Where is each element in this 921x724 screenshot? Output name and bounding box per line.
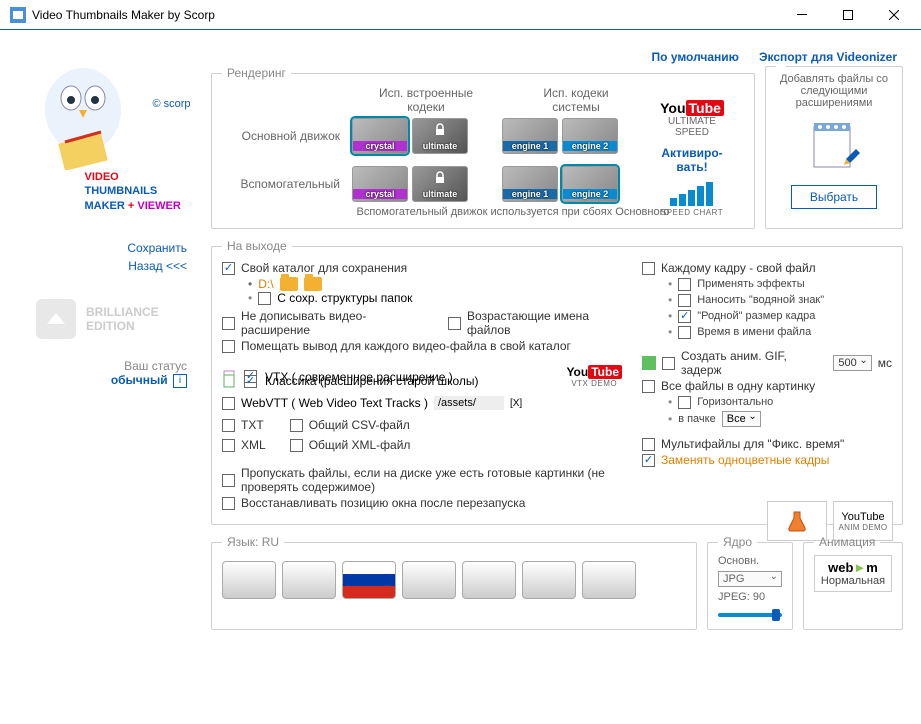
flag-it[interactable] [522, 561, 576, 599]
chk-all-one-picture[interactable] [642, 380, 655, 393]
chk-growing-names[interactable] [448, 317, 461, 330]
main-engine-label: Основной движок [222, 129, 352, 143]
owl-logo: © scorp [23, 50, 193, 170]
chk-xml[interactable] [222, 439, 235, 452]
jpeg-quality-slider[interactable] [718, 613, 782, 617]
webm-button[interactable]: web►m Нормальная [814, 555, 892, 592]
chk-webvtt[interactable] [222, 397, 235, 410]
codec-engine1-helper[interactable]: engine 1 [502, 166, 558, 202]
doc-icon [222, 374, 236, 388]
brilliance-icon[interactable] [36, 299, 76, 339]
chk-multifiles[interactable] [642, 438, 655, 451]
lock-icon [433, 171, 447, 185]
flag-de[interactable] [282, 561, 336, 599]
tab-export-videonizer[interactable]: Экспорт для Videonizer [759, 50, 897, 64]
brand-text: VIDEO THUMBNAILS MAKER + VIEWER [85, 170, 195, 213]
codec-crystal-main[interactable]: crystal [352, 118, 408, 154]
close-button[interactable] [871, 0, 917, 30]
core-legend: Ядро [718, 535, 757, 549]
webvtt-path-input[interactable] [434, 396, 504, 410]
clear-webvtt-button[interactable]: [X] [510, 398, 522, 409]
tab-default[interactable]: По умолчанию [652, 50, 739, 64]
chk-csv-all[interactable] [290, 419, 303, 432]
chk-classic[interactable] [244, 375, 257, 388]
codec-ultimate-helper[interactable]: ultimate [412, 166, 468, 202]
codec-engine1-main[interactable]: engine 1 [502, 118, 558, 154]
flag-tr[interactable] [582, 561, 636, 599]
chk-txt[interactable] [222, 419, 235, 432]
chk-no-append-ext[interactable] [222, 317, 235, 330]
chk-animated-gif[interactable] [662, 357, 675, 370]
activate-link[interactable]: Активиро- вать! [661, 146, 722, 174]
flag-fr[interactable] [462, 561, 516, 599]
codec-engine2-helper[interactable]: engine 2 [562, 166, 618, 202]
chk-restore-window[interactable] [222, 497, 235, 510]
minimize-button[interactable] [779, 0, 825, 30]
beaker-icon [787, 510, 807, 532]
codec-ultimate-main[interactable]: ultimate [412, 118, 468, 154]
chk-xml-all[interactable] [290, 439, 303, 452]
app-icon [10, 7, 26, 23]
gif-icon [642, 356, 656, 370]
export-description: Добавлять файлы со следующими расширения… [776, 73, 892, 109]
window-title: Video Thumbnails Maker by Scorp [32, 8, 779, 22]
youtube-ultimate-speed[interactable]: YouTube ULTIMATE SPEED [650, 100, 734, 138]
system-codecs-label: Исп. кодеки системы [518, 86, 634, 114]
save-path: D:\ [258, 277, 273, 291]
brilliance-label: BRILLIANCEEDITION [86, 305, 159, 334]
language-legend: Язык: RU [222, 535, 284, 549]
chk-per-video-folder[interactable] [222, 340, 235, 353]
chk-watermark[interactable] [678, 294, 691, 307]
scorp-credit: © scorp [152, 98, 190, 110]
choose-extensions-button[interactable]: Выбрать [791, 185, 877, 209]
chk-keep-structure[interactable] [258, 292, 271, 305]
flag-by[interactable] [402, 561, 456, 599]
info-icon[interactable]: i [173, 374, 187, 388]
chk-per-frame-file[interactable] [642, 262, 655, 275]
flag-ru[interactable] [342, 561, 396, 599]
back-link[interactable]: Назад <<< [10, 257, 187, 275]
pack-select[interactable]: Все [722, 411, 761, 427]
export-group: Добавлять файлы со следующими расширения… [765, 66, 903, 229]
browse-folder-icon[interactable] [280, 277, 298, 291]
flag-uk[interactable] [222, 561, 276, 599]
rendering-group: Рендеринг Исп. встроенные кодеки Исп. ко… [211, 66, 755, 229]
helper-engine-label: Вспомогательный [222, 177, 352, 191]
codec-crystal-helper[interactable]: crystal [352, 166, 408, 202]
format-select[interactable]: JPG [718, 571, 782, 587]
core-main-label: Основн. [718, 555, 782, 567]
animation-legend: Анимация [814, 535, 880, 549]
core-group: Ядро Основн. JPG JPEG: 90 [707, 535, 793, 630]
rendering-legend: Рендеринг [222, 66, 291, 80]
language-group: Язык: RU [211, 535, 697, 630]
chk-horizontal[interactable] [678, 396, 691, 409]
animation-group: Анимация web►m Нормальная [803, 535, 903, 630]
output-legend: На выходе [222, 239, 292, 253]
status-label: Ваш статус [10, 359, 187, 373]
codec-engine2-main[interactable]: engine 2 [562, 118, 618, 154]
maximize-button[interactable] [825, 0, 871, 30]
chk-native-size[interactable] [678, 310, 691, 323]
titlebar: Video Thumbnails Maker by Scorp [0, 0, 921, 30]
output-group: На выходе Свой каталог для сохранения • … [211, 239, 903, 525]
speed-chart-link[interactable]: SPEED CHART [661, 182, 723, 217]
save-link[interactable]: Сохранить [10, 239, 187, 257]
chk-time-in-name[interactable] [678, 326, 691, 339]
notepad-icon [802, 119, 866, 175]
open-folder-icon[interactable] [304, 277, 322, 291]
builtin-codecs-label: Исп. встроенные кодеки [368, 86, 484, 114]
sidebar: © scorp VIDEO THUMBNAILS MAKER + VIEWER … [10, 50, 205, 630]
jpeg-quality-label: JPEG: 90 [718, 591, 782, 603]
lock-icon [433, 123, 447, 137]
status-value: обычный [111, 373, 168, 387]
chk-apply-effects[interactable] [678, 278, 691, 291]
youtube-vtx-demo[interactable]: YouTube VTX DEMO [566, 365, 622, 388]
chk-own-folder[interactable] [222, 262, 235, 275]
chk-replace-monochrome[interactable] [642, 454, 655, 467]
gif-delay-select[interactable]: 500 [833, 355, 871, 371]
chk-skip-existing[interactable] [222, 474, 235, 487]
